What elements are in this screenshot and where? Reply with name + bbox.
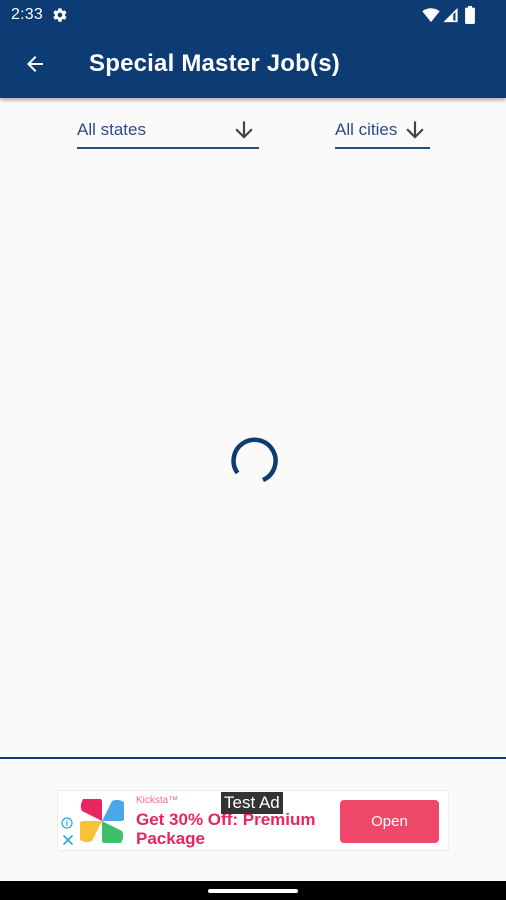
arrow-down-icon [235,121,253,139]
screen: 2:33 Special Master Job(s) All states Al… [0,0,506,900]
state-dropdown[interactable]: All states [77,113,259,149]
ad-info-icon[interactable] [61,817,73,829]
test-ad-label: Test Ad [221,792,283,814]
loading-spinner [231,437,278,483]
ad-divider [0,757,506,759]
status-icons [422,6,492,24]
arrow-down-icon [406,121,424,139]
status-bar: 2:33 [0,0,506,30]
pinwheel-logo-icon [80,799,124,843]
page-title: Special Master Job(s) [89,50,340,77]
navigation-bar [0,881,506,900]
signal-icon [443,7,458,23]
city-dropdown[interactable]: All cities [335,113,430,149]
ad-brand: Kicksta™ [136,795,179,806]
ad-banner[interactable]: Kicksta™ Get 30% Off: Premium Package Te… [57,790,449,851]
arrow-left-icon [27,56,43,72]
ad-close-icon[interactable] [62,834,74,846]
city-dropdown-value: All cities [335,120,398,139]
status-time: 2:33 [11,6,43,23]
ad-open-button[interactable]: Open [340,800,439,843]
home-handle[interactable] [208,889,298,893]
app-bar: Special Master Job(s) [0,30,506,98]
battery-icon [465,6,475,24]
gear-icon [53,8,67,22]
state-dropdown-value: All states [77,120,146,139]
back-button[interactable] [18,47,52,81]
wifi-icon [422,8,440,23]
ad-headline[interactable]: Get 30% Off: Premium Package [136,810,336,848]
